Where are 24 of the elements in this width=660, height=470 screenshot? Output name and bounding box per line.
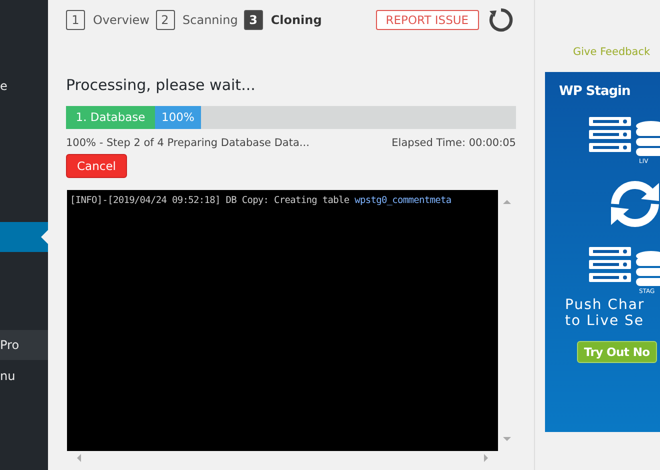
step-label: Scanning bbox=[182, 13, 238, 27]
database-icon bbox=[636, 121, 660, 157]
step-label: 1. Database bbox=[74, 109, 146, 126]
status-text: 100% - Step 2 of 4 Preparing Database Data... bbox=[66, 137, 310, 149]
ad-headline: to Live Se bbox=[565, 313, 646, 329]
sidebar-item[interactable]: Pro bbox=[0, 330, 48, 360]
ad-headline: Push Char bbox=[565, 297, 646, 313]
refresh-icon[interactable] bbox=[488, 7, 514, 33]
processing-heading: Processing, please wait... bbox=[66, 76, 256, 94]
cancel-button[interactable]: Cancel bbox=[66, 154, 127, 178]
sidebar-item[interactable]: e bbox=[0, 74, 48, 98]
step-label: Cloning bbox=[270, 13, 322, 27]
elapsed-time: Elapsed Time: 00:00:05 bbox=[392, 137, 516, 149]
sidebar-item[interactable] bbox=[0, 222, 48, 252]
log-line: [INFO]-[2019/04/24 09:52:18] DB Copy: Creating table wpstg0_commentmeta bbox=[70, 195, 452, 206]
step-number: 3 bbox=[244, 10, 263, 30]
logo-text: WP Stagin bbox=[559, 84, 630, 99]
percent-label: 100% bbox=[160, 109, 196, 126]
step-label: Overview bbox=[93, 13, 150, 27]
step-number: 1 bbox=[66, 10, 85, 30]
database-icon bbox=[636, 251, 660, 287]
step-number: 2 bbox=[156, 10, 174, 30]
report-issue-button[interactable]: REPORT ISSUE bbox=[376, 10, 479, 30]
sidebar-item[interactable]: nu bbox=[0, 364, 48, 388]
